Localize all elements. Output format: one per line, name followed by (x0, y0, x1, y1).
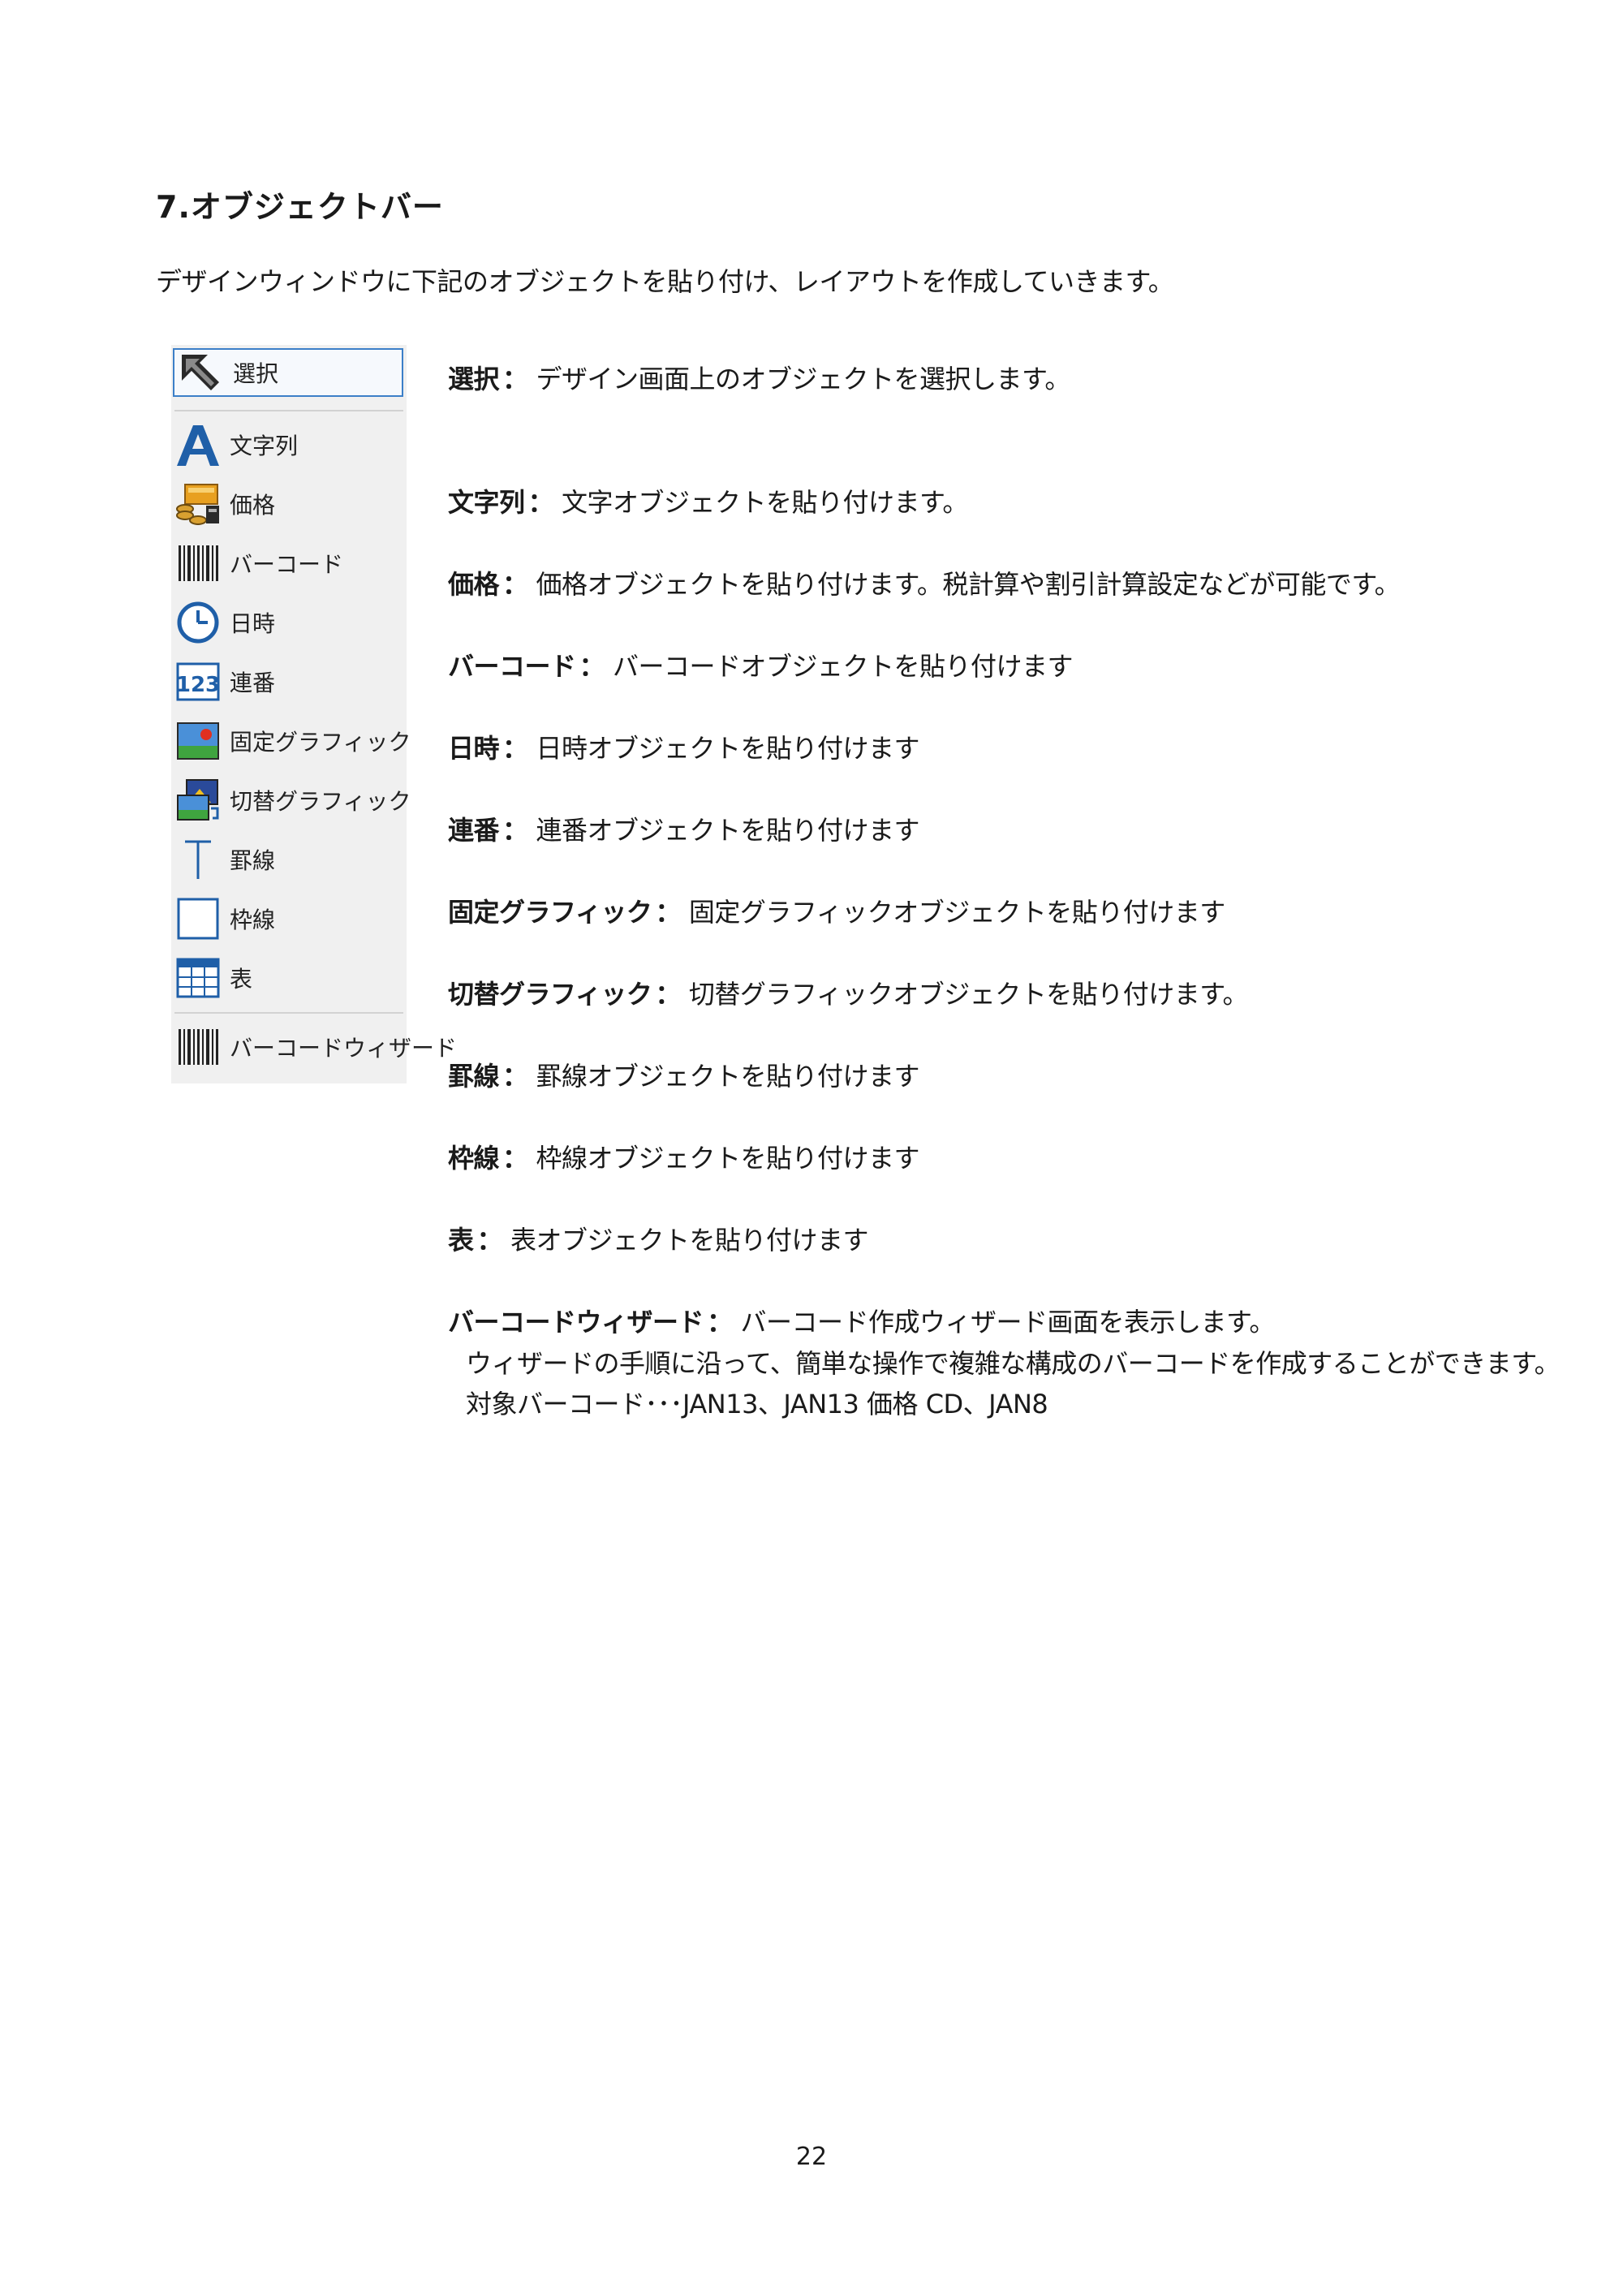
toolbar-item-datetime[interactable]: 日時 (171, 596, 407, 649)
clock-icon (174, 599, 222, 646)
barcode-wizard-icon (174, 1023, 222, 1070)
desc-term: 枠線 (448, 1143, 500, 1174)
toolbar-item-label: バーコードウィザード (230, 1035, 458, 1062)
desc-term: バーコード (448, 651, 576, 682)
svg-text:123: 123 (176, 673, 220, 697)
toolbar-item-barcode[interactable]: バーコード (171, 536, 407, 590)
desc-colon: ： (527, 487, 554, 518)
desc-term: バーコードウィザード (448, 1307, 704, 1338)
select-arrow-icon (178, 349, 225, 396)
desc-colon: ： (579, 651, 605, 682)
desc-colon: ： (502, 815, 528, 846)
section-title: 7.オブジェクトバー (156, 189, 444, 225)
desc-text: 罫線オブジェクトを貼り付けます (536, 1061, 920, 1092)
serial-123-icon: 123 (174, 658, 222, 705)
toolbar-item-label: 罫線 (230, 847, 276, 874)
desc-serial: 連番： 連番オブジェクトを貼り付けます (448, 810, 920, 847)
toolbar-item-label: 枠線 (230, 907, 276, 933)
wizard-note-2: 対象バーコード･･･JAN13、JAN13 価格 CD、JAN8 (466, 1389, 1048, 1419)
desc-term: 罫線 (448, 1061, 500, 1092)
barcode-icon (174, 540, 222, 587)
desc-price: 価格： 価格オブジェクトを貼り付けます。税計算や割引計算設定などが可能です。 (448, 564, 1401, 601)
toolbar-item-label: 文字列 (230, 433, 299, 459)
page-number: 22 (795, 2143, 828, 2171)
desc-term: 連番 (448, 815, 500, 846)
desc-colon: ： (502, 1143, 528, 1174)
desc-barcode: バーコード： バーコードオブジェクトを貼り付けます (448, 646, 1074, 683)
rectangle-icon (174, 895, 222, 942)
desc-select: 選択： デザイン画面上のオブジェクトを選択します。 (448, 359, 1070, 396)
toolbar-separator (174, 1012, 403, 1014)
toolbar-item-label: 選択 (233, 360, 279, 387)
desc-text: 連番オブジェクトを貼り付けます (536, 815, 920, 846)
desc-text: 枠線オブジェクトを貼り付けます (536, 1143, 920, 1174)
toolbar-item-label: バーコード (230, 551, 344, 578)
desc-text: デザイン画面上のオブジェクトを選択します。 (536, 364, 1071, 394)
toolbar-separator (174, 410, 403, 411)
desc-term: 表 (448, 1225, 474, 1256)
desc-text-object: 文字列： 文字オブジェクトを貼り付けます。 (448, 482, 968, 519)
desc-term: 切替グラフィック (448, 979, 652, 1010)
toolbar-item-line[interactable]: 罫線 (171, 833, 407, 886)
desc-colon: ： (476, 1225, 503, 1256)
text-a-icon (174, 421, 222, 468)
desc-term: 選択 (448, 364, 500, 394)
desc-text: バーコード作成ウィザード画面を表示します。 (740, 1307, 1276, 1338)
desc-colon: ： (655, 979, 681, 1010)
desc-colon: ： (502, 733, 528, 764)
image-icon (174, 717, 222, 765)
toolbar-item-serial[interactable]: 123 連番 (171, 655, 407, 709)
line-icon (174, 836, 222, 883)
toolbar-item-label: 日時 (230, 610, 276, 637)
toolbar-item-table[interactable]: 表 (171, 951, 407, 1005)
desc-datetime: 日時： 日時オブジェクトを貼り付けます (448, 728, 920, 765)
desc-text: 文字オブジェクトを貼り付けます。 (562, 487, 968, 518)
intro-text: デザインウィンドウに下記のオブジェクトを貼り付け、レイアウトを作成していきます。 (156, 266, 1174, 297)
wizard-note-1: ウィザードの手順に沿って、簡単な操作で複雑な構成のバーコードを作成することができ… (466, 1348, 1561, 1379)
desc-text: バーコードオブジェクトを貼り付けます (613, 651, 1074, 682)
desc-text: 価格オブジェクトを貼り付けます。税計算や割引計算設定などが可能です。 (536, 569, 1401, 600)
toolbar-item-text[interactable]: 文字列 (171, 418, 407, 472)
desc-colon: ： (502, 364, 528, 394)
desc-barcode-wizard: バーコードウィザード：バーコード作成ウィザード画面を表示します。 (448, 1302, 1275, 1339)
table-icon (174, 954, 222, 1002)
desc-term: 文字列 (448, 487, 525, 518)
toolbar-item-label: 切替グラフィック (230, 788, 411, 815)
toolbar-item-frame[interactable]: 枠線 (171, 892, 407, 946)
toolbar-item-fixed-graphic[interactable]: 固定グラフィック (171, 714, 411, 768)
desc-line: 罫線： 罫線オブジェクトを貼り付けます (448, 1056, 920, 1093)
desc-text: 表オブジェクトを貼り付けます (510, 1225, 869, 1256)
toolbar-item-price[interactable]: 価格 (171, 477, 407, 531)
switch-image-icon (174, 777, 222, 824)
desc-term: 価格 (448, 569, 500, 600)
toolbar-item-select[interactable]: 選択 (173, 348, 403, 397)
desc-text: 日時オブジェクトを貼り付けます (536, 733, 920, 764)
desc-frame: 枠線： 枠線オブジェクトを貼り付けます (448, 1138, 920, 1175)
desc-table: 表：表オブジェクトを貼り付けます (448, 1220, 869, 1257)
desc-term: 日時 (448, 733, 500, 764)
object-toolbar: 選択 文字列 価格 バーコード 日時 123 連番 固定グラフィック 切替グラフ… (171, 345, 457, 1083)
toolbar-item-label: 価格 (230, 492, 276, 519)
toolbar-item-label: 連番 (230, 670, 276, 696)
toolbar-item-label: 固定グラフィック (230, 729, 411, 756)
desc-colon: ： (502, 1061, 528, 1092)
desc-switch-graphic: 切替グラフィック：切替グラフィックオブジェクトを貼り付けます。 (448, 974, 1249, 1011)
desc-colon: ： (707, 1307, 733, 1338)
toolbar-item-label: 表 (230, 966, 253, 993)
desc-text: 切替グラフィックオブジェクトを貼り付けます。 (688, 979, 1249, 1010)
desc-fixed-graphic: 固定グラフィック：固定グラフィックオブジェクトを貼り付けます (448, 892, 1225, 929)
toolbar-item-switch-graphic[interactable]: 切替グラフィック (171, 773, 411, 827)
desc-term: 固定グラフィック (448, 897, 652, 928)
desc-colon: ： (502, 569, 528, 600)
toolbar-item-barcode-wizard[interactable]: バーコードウィザード (171, 1020, 457, 1074)
price-coins-icon (174, 480, 222, 528)
desc-text: 固定グラフィックオブジェクトを貼り付けます (688, 897, 1225, 928)
desc-colon: ： (655, 897, 681, 928)
